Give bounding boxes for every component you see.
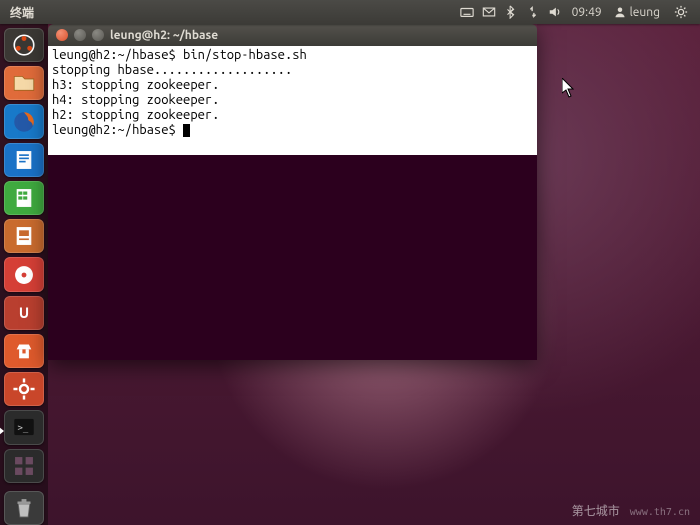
launcher-writer[interactable]	[4, 143, 44, 177]
username-label: leung	[630, 6, 660, 19]
mouse-cursor	[562, 78, 576, 102]
window-minimize-button[interactable]	[74, 29, 86, 41]
unity-launcher: U >_	[0, 24, 48, 525]
watermark-text: 第七城市	[572, 502, 620, 519]
watermark-url: www.th7.cn	[630, 507, 690, 518]
launcher-firefox[interactable]	[4, 104, 44, 138]
terminal-cursor	[183, 124, 190, 137]
svg-text:U: U	[19, 304, 29, 321]
keyboard-indicator[interactable]	[456, 0, 478, 24]
network-indicator[interactable]	[522, 0, 544, 24]
mail-indicator[interactable]	[478, 0, 500, 24]
launcher-ubuntu-one[interactable]: U	[4, 296, 44, 330]
terminal-window[interactable]: leung@h2: ~/hbase leung@h2:~/hbase$ bin/…	[48, 24, 537, 360]
user-menu[interactable]: leung	[608, 6, 666, 19]
sound-indicator[interactable]	[544, 0, 566, 24]
terminal-body[interactable]: leung@h2:~/hbase$ bin/stop-hbase.sh stop…	[48, 46, 537, 360]
terminal-output[interactable]: leung@h2:~/hbase$ bin/stop-hbase.sh stop…	[48, 46, 537, 155]
window-maximize-button[interactable]	[92, 29, 104, 41]
session-menu[interactable]	[666, 0, 700, 24]
launcher-settings[interactable]	[4, 372, 44, 406]
launcher-media[interactable]	[4, 257, 44, 291]
user-icon	[614, 6, 626, 18]
watermark: 第七城市 www.th7.cn	[572, 502, 690, 519]
bluetooth-indicator[interactable]	[500, 0, 522, 24]
svg-text:>_: >_	[18, 424, 29, 434]
launcher-trash[interactable]	[4, 491, 44, 525]
clock[interactable]: 09:49	[566, 6, 608, 19]
window-titlebar[interactable]: leung@h2: ~/hbase	[48, 24, 537, 46]
launcher-calc[interactable]	[4, 181, 44, 215]
launcher-software-center[interactable]	[4, 334, 44, 368]
launcher-terminal[interactable]: >_	[4, 410, 44, 444]
window-title: leung@h2: ~/hbase	[110, 29, 218, 42]
launcher-workspace[interactable]	[4, 449, 44, 483]
launcher-dash[interactable]	[4, 28, 44, 62]
window-close-button[interactable]	[56, 29, 68, 41]
top-panel: 终端 09:49 leung	[0, 0, 700, 24]
active-app-label: 终端	[0, 4, 44, 21]
launcher-files[interactable]	[4, 66, 44, 100]
launcher-impress[interactable]	[4, 219, 44, 253]
